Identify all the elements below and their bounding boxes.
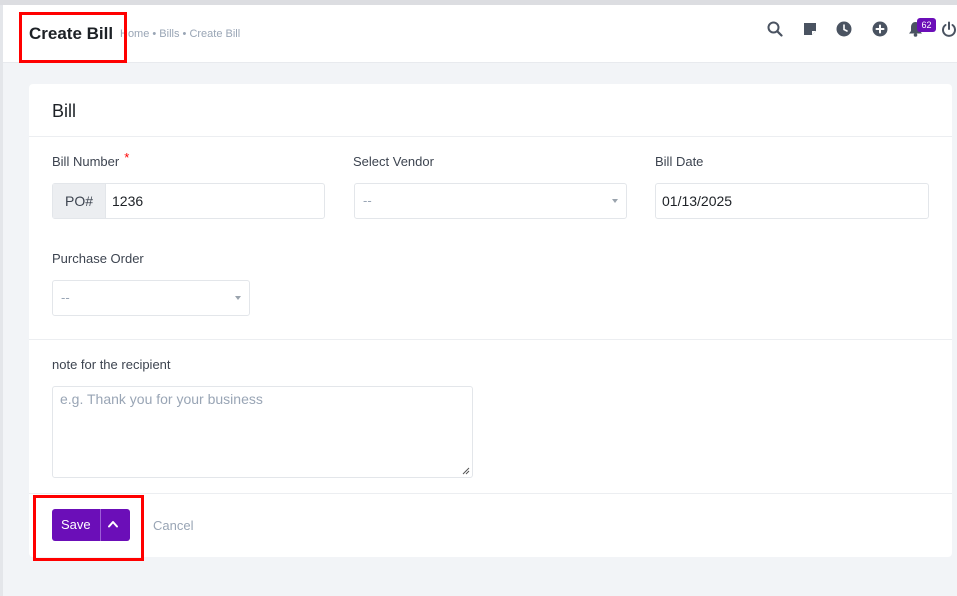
note-textarea[interactable]: e.g. Thank you for your business (52, 386, 473, 478)
section-divider (29, 339, 952, 340)
chevron-up-icon[interactable] (107, 518, 119, 530)
sidebar-edge (0, 5, 3, 596)
bill-number-input[interactable]: 1236 (112, 193, 143, 209)
bill-date-field[interactable]: 01/13/2025 (655, 183, 929, 219)
purchase-order-select-value: -- (61, 290, 70, 305)
bill-date-label: Bill Date (655, 154, 704, 169)
save-button-label: Save (61, 517, 91, 532)
vendor-select[interactable]: -- (354, 183, 627, 219)
power-icon[interactable] (940, 20, 957, 38)
vendor-label: Select Vendor (353, 154, 434, 169)
bill-date-input[interactable]: 01/13/2025 (662, 193, 732, 209)
note-placeholder: e.g. Thank you for your business (60, 391, 263, 407)
chevron-down-icon (235, 296, 241, 300)
card-title: Bill (52, 101, 77, 121)
clock-icon[interactable] (835, 20, 853, 38)
search-icon[interactable] (766, 20, 784, 38)
bill-form-card: Bill Bill Number * PO# 1236 Select Vendor… (29, 84, 952, 557)
page-title: Create Bill (29, 24, 114, 43)
purchase-order-select[interactable]: -- (52, 280, 250, 316)
cancel-link[interactable]: Cancel (153, 518, 193, 533)
resize-handle-icon[interactable] (461, 466, 470, 475)
bill-number-label: Bill Number * (52, 150, 129, 169)
sticky-note-icon[interactable] (801, 20, 819, 38)
add-circle-icon[interactable] (871, 20, 889, 38)
bill-number-prefix: PO# (53, 184, 106, 218)
purchase-order-label: Purchase Order (52, 251, 144, 266)
card-header-divider (29, 136, 952, 137)
note-label: note for the recipient (52, 357, 171, 372)
required-marker: * (124, 150, 130, 165)
bill-number-field[interactable]: PO# 1236 (52, 183, 325, 219)
notification-badge: 62 (917, 18, 936, 32)
button-separator (100, 509, 101, 541)
save-button[interactable]: Save (52, 509, 130, 541)
bill-number-label-text: Bill Number (52, 154, 120, 169)
breadcrumb: Home • Bills • Create Bill (120, 28, 241, 40)
footer-divider (29, 493, 952, 494)
vendor-select-value: -- (363, 193, 372, 208)
chevron-down-icon (612, 199, 618, 203)
